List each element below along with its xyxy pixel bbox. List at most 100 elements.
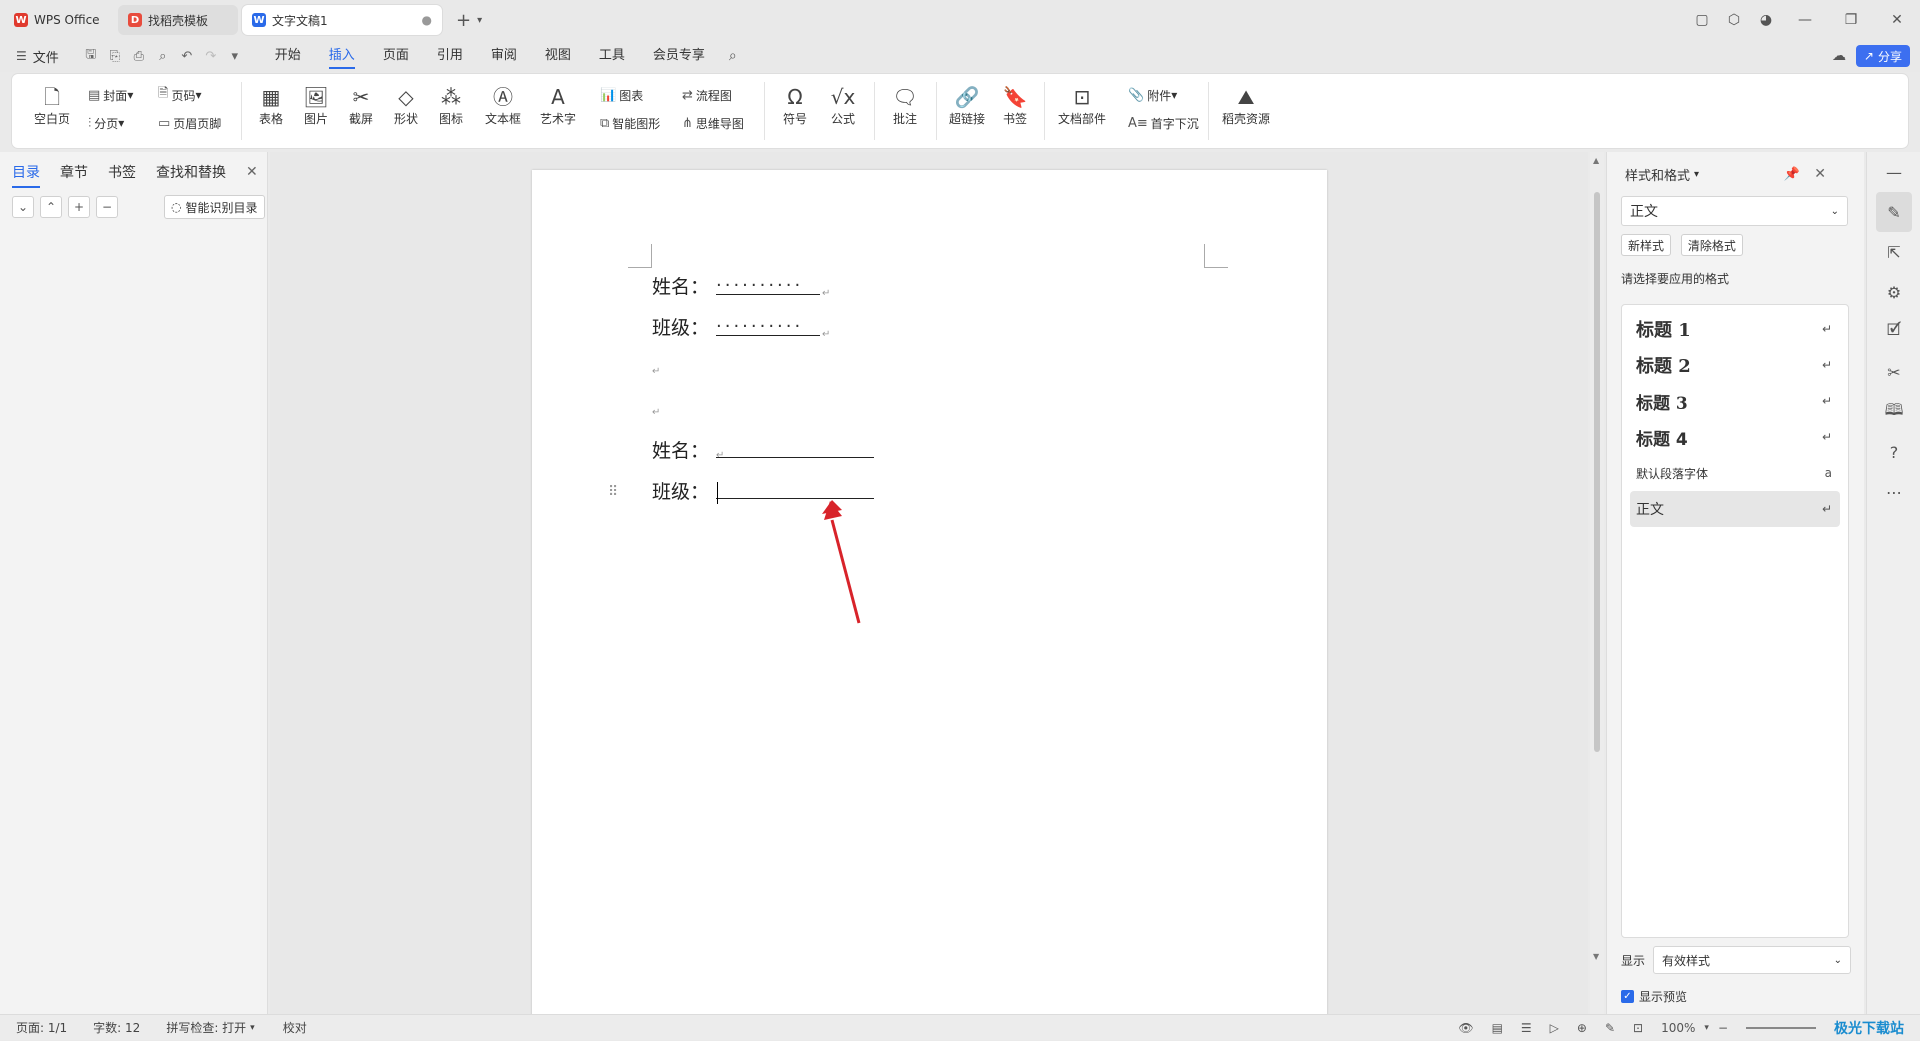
screenshot-button[interactable]: ✂ 截屏 (340, 84, 382, 127)
export-icon[interactable]: ⎘ (103, 49, 127, 64)
chevron-down-icon[interactable]: ▾ (1704, 1023, 1709, 1033)
print-preview-icon[interactable]: ⌕ (151, 49, 175, 64)
share-button[interactable]: ↗ 分享 (1855, 45, 1910, 67)
page-break-button[interactable]: ⫶ 分页 ▾ (88, 112, 124, 134)
shape-button[interactable]: ◇ 形状 (385, 84, 427, 127)
preview-checkbox[interactable]: ✓ (1621, 990, 1634, 1003)
clear-format-button[interactable]: 清除格式 (1680, 234, 1743, 256)
play-icon[interactable]: ▷ (1550, 1021, 1559, 1035)
scroll-up-icon[interactable]: ▲ (1593, 156, 1599, 165)
styles-pen-icon[interactable]: ✎ (1876, 192, 1912, 232)
menu-icon[interactable]: ☰ (16, 49, 27, 63)
tab-wps-office[interactable]: W WPS Office (4, 5, 114, 35)
spell-check[interactable]: 拼写检查: 打开 (166, 1019, 246, 1036)
layout-icon[interactable]: ▢ (1686, 12, 1718, 28)
select-cursor-icon[interactable]: ⇱ (1867, 232, 1920, 272)
blank-page-button[interactable]: 🗋 空白页 (26, 84, 78, 127)
chevron-down-icon[interactable]: ▾ (250, 1023, 255, 1033)
pen-icon[interactable]: ✎ (1605, 1021, 1615, 1035)
page-count[interactable]: 页面: 1/1 (16, 1019, 67, 1036)
avatar[interactable]: ◕ (1750, 12, 1782, 28)
close-button[interactable]: ✕ (1874, 12, 1920, 28)
cloud-icon[interactable]: ☁ (1832, 48, 1846, 64)
cover-button[interactable]: ▤ 封面 ▾ (88, 84, 133, 106)
style-heading-1[interactable]: 标题 1 ↵ (1630, 311, 1840, 347)
chart-button[interactable]: 📊 图表 (600, 84, 643, 106)
redo-icon[interactable]: ↷ (199, 49, 223, 64)
expand-down-button[interactable]: ⌄ (12, 196, 34, 218)
web-view-icon[interactable]: ⊕ (1577, 1021, 1587, 1035)
mindmap-button[interactable]: ⋔ 思维导图 (682, 112, 744, 134)
minimize-panel-icon[interactable]: — (1867, 152, 1920, 192)
review-icon[interactable]: 🗹 (1867, 312, 1920, 352)
cube-icon[interactable]: ⬡ (1718, 12, 1750, 28)
restore-button[interactable]: ❐ (1828, 12, 1874, 28)
more-icon[interactable]: ⋯ (1867, 472, 1920, 512)
search-icon[interactable]: ⌕ (729, 48, 737, 64)
unsaved-dot-icon[interactable]: ● (422, 13, 432, 27)
styles-panel-title[interactable]: 样式和格式 (1625, 165, 1690, 184)
symbol-button[interactable]: Ω 符号 (772, 84, 818, 127)
tools-icon[interactable]: ✂ (1867, 352, 1920, 392)
outline-view-icon[interactable]: ☰ (1521, 1021, 1532, 1035)
style-normal[interactable]: 正文 ↵ (1630, 491, 1840, 527)
chevron-down-icon[interactable]: ▾ (1694, 169, 1699, 180)
print-icon[interactable]: ⎙ (127, 49, 151, 64)
zoom-level[interactable]: 100% (1661, 1021, 1695, 1035)
table-button[interactable]: ▦ 表格 (250, 84, 292, 127)
doc-parts-button[interactable]: ⊡ 文档部件 (1052, 84, 1112, 127)
style-default-paragraph-font[interactable]: 默认段落字体 a (1630, 455, 1840, 491)
style-heading-3[interactable]: 标题 3 ↵ (1630, 383, 1840, 419)
collapse-up-button[interactable]: ⌃ (40, 196, 62, 218)
menu-view[interactable]: 视图 (531, 40, 585, 72)
formula-button[interactable]: √x 公式 (820, 84, 866, 127)
menu-home[interactable]: 开始 (261, 40, 315, 72)
tab-sections[interactable]: 章节 (60, 162, 88, 182)
document-page[interactable]: 姓名： ·········· ↵ 班级： ·········· ↵ ↵ ↵ 姓名… (532, 170, 1327, 1016)
proofread-button[interactable]: 校对 (283, 1019, 307, 1036)
close-icon[interactable]: ✕ (246, 164, 258, 180)
close-icon[interactable]: ✕ (1814, 166, 1826, 182)
scrollbar-thumb[interactable] (1594, 192, 1600, 752)
style-heading-4[interactable]: 标题 4 ↵ (1630, 419, 1840, 455)
pin-icon[interactable]: 📌 (1784, 167, 1800, 182)
adjust-icon[interactable]: ⚙ (1867, 272, 1920, 312)
new-tab-button[interactable]: + (456, 10, 471, 31)
current-style-select[interactable]: 正文 ⌄ (1621, 196, 1848, 226)
save-icon[interactable]: 🖫 (79, 45, 103, 67)
drag-handle-icon[interactable]: ⠿ (608, 484, 618, 500)
remove-button[interactable]: − (96, 196, 118, 218)
picture-button[interactable]: 🖼 图片 (295, 84, 337, 127)
menu-review[interactable]: 审阅 (477, 40, 531, 72)
hyperlink-button[interactable]: 🔗 超链接 (944, 84, 990, 127)
eye-icon[interactable]: 👁 (1458, 1021, 1473, 1035)
icon-button[interactable]: ⁂ 图标 (430, 84, 472, 127)
class-underline[interactable] (716, 497, 874, 499)
add-button[interactable]: + (68, 196, 90, 218)
zoom-slider[interactable] (1746, 1027, 1816, 1029)
file-menu[interactable]: 文件 (33, 47, 59, 66)
menu-page[interactable]: 页面 (369, 40, 423, 72)
docer-resources-button[interactable]: ⛰ 稻壳资源 (1216, 84, 1276, 127)
textbox-button[interactable]: Ⓐ 文本框 (478, 84, 528, 127)
menu-tools[interactable]: 工具 (585, 40, 639, 72)
smart-graphic-button[interactable]: ⧉ 智能图形 (600, 112, 660, 134)
chevron-down-icon[interactable]: ▾ (477, 15, 482, 26)
tab-bookmarks[interactable]: 书签 (108, 162, 136, 182)
flowchart-button[interactable]: ⇄ 流程图 (682, 84, 732, 106)
menu-insert[interactable]: 插入 (315, 40, 369, 72)
header-footer-button[interactable]: ▭ 页眉页脚 (158, 112, 221, 134)
book-icon[interactable]: 🕮 (1867, 392, 1920, 432)
drop-cap-button[interactable]: A≡ 首字下沉 (1128, 112, 1199, 134)
page-view-icon[interactable]: ▤ (1492, 1021, 1503, 1035)
scroll-down-icon[interactable]: ▼ (1593, 952, 1599, 961)
menu-references[interactable]: 引用 (423, 40, 477, 72)
tab-find-replace[interactable]: 查找和替换 (156, 162, 226, 182)
word-count[interactable]: 字数: 12 (93, 1019, 140, 1036)
help-icon[interactable]: ? (1867, 432, 1920, 472)
minimize-button[interactable]: — (1782, 12, 1828, 28)
wordart-button[interactable]: A 艺术字 (533, 84, 583, 127)
zoom-out-button[interactable]: − (1718, 1021, 1728, 1035)
tab-document-1[interactable]: W 文字文稿1 ● (242, 5, 442, 35)
show-filter-select[interactable]: 有效样式 ⌄ (1653, 946, 1851, 974)
